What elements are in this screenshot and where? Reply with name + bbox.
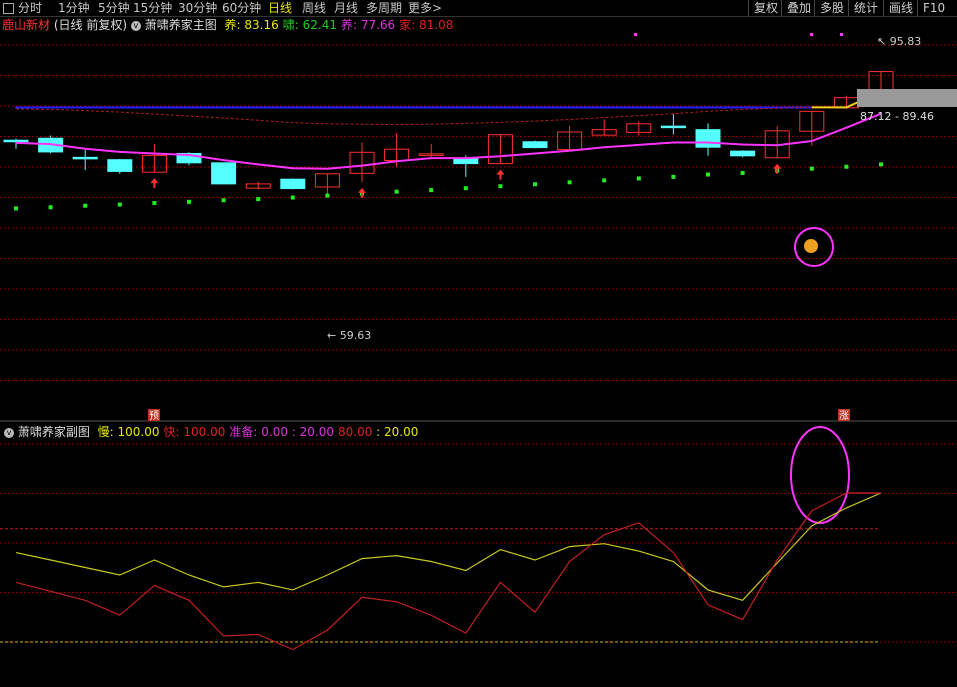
chart-mode: (日线 前复权): [53, 18, 128, 32]
green-dot: [83, 203, 88, 208]
green-dot: [463, 186, 468, 191]
main-legend-item-3: 家: 81.08: [399, 18, 454, 32]
low-price-label: ← 59.63: [327, 329, 371, 342]
green-dot: [706, 172, 710, 177]
green-dot: [290, 195, 295, 200]
main-indicator-name[interactable]: 萧啸养家主图: [145, 18, 217, 32]
sub-indicator-switch-icon[interactable]: v: [4, 427, 14, 438]
green-dot: [325, 193, 330, 198]
candle-body: [3, 139, 29, 143]
candle-body: [280, 178, 306, 190]
candle-body: [695, 129, 721, 148]
candle-body: [107, 159, 133, 172]
indicator-switch-icon[interactable]: v: [130, 20, 141, 31]
buy-arrow-icon: [150, 178, 159, 189]
high-price-label: ↖ 95.83: [877, 35, 921, 48]
sub-legend-item-2: 准备: 0.00 : 20.00: [229, 425, 334, 439]
green-dot: [48, 205, 53, 210]
magenta-dot: [810, 33, 813, 36]
candle-body: [522, 141, 548, 149]
green-dot: [394, 189, 399, 194]
green-dot: [187, 199, 191, 204]
price-band-box: [857, 89, 957, 107]
main-legend-item-1: 啸: 62.41: [282, 18, 337, 32]
buy-arrow-icon: [358, 187, 366, 198]
green-dot: [602, 178, 607, 183]
stock-name: 鹿山新材: [2, 18, 51, 32]
sub-legend-item-0: 慢: 100.00: [97, 425, 160, 439]
candle-body: [453, 158, 479, 165]
fast-line: [15, 492, 881, 651]
green-dot: [117, 202, 122, 207]
green-dot: [740, 170, 745, 175]
zhang-marker-label: 涨: [839, 410, 849, 422]
green-dot: [498, 184, 503, 189]
kline-chart: ← 59.63 ↖ 95.83 87.12 - 89.46 预 涨: [0, 33, 957, 651]
sub-legend-item-3: 80.00 : 20.00: [338, 425, 419, 439]
green-dot: [14, 206, 18, 211]
yu-marker-label: 预: [149, 410, 159, 422]
magenta-dot: [840, 33, 843, 36]
signal-dot-icon: [804, 239, 818, 253]
candle-body: [730, 150, 756, 157]
buy-arrow-icon: [773, 163, 782, 174]
green-dot: [256, 197, 261, 202]
ma-line: [15, 112, 882, 170]
dashed-channel-line: [15, 106, 812, 126]
candle-body: [211, 162, 237, 185]
slow-line: [15, 492, 882, 601]
candle-body: [72, 156, 98, 160]
candle-body: [660, 125, 686, 129]
sub-highlight-ellipse: [790, 426, 850, 524]
green-dot: [636, 176, 641, 181]
sub-legend-item-1: 快: 100.00: [163, 425, 226, 439]
main-legend-item-2: 养: 77.66: [340, 18, 396, 32]
price-range-label: 87.12 - 89.46: [860, 110, 934, 123]
sub-legend: v 萧啸养家副图 慢: 100.00 快: 100.00 准备: 0.00 : 20…: [4, 424, 418, 440]
green-dot: [879, 162, 883, 167]
sub-indicator-name[interactable]: 萧啸养家副图: [18, 425, 90, 439]
main-legend-item-0: 养: 83.16: [224, 18, 279, 32]
green-dot: [809, 166, 814, 171]
main-legend: 鹿山新材 (日线 前复权) v 萧啸养家主图 养: 83.16 啸: 62.41 养…: [2, 17, 453, 33]
green-dot: [429, 188, 434, 193]
green-dot: [671, 174, 676, 179]
magenta-dot: [634, 33, 637, 36]
green-dot: [152, 200, 157, 205]
buy-arrow-icon: [496, 169, 505, 180]
green-dot: [221, 198, 226, 203]
green-dot: [844, 164, 849, 169]
green-dot: [567, 180, 572, 185]
green-dot: [533, 182, 537, 187]
